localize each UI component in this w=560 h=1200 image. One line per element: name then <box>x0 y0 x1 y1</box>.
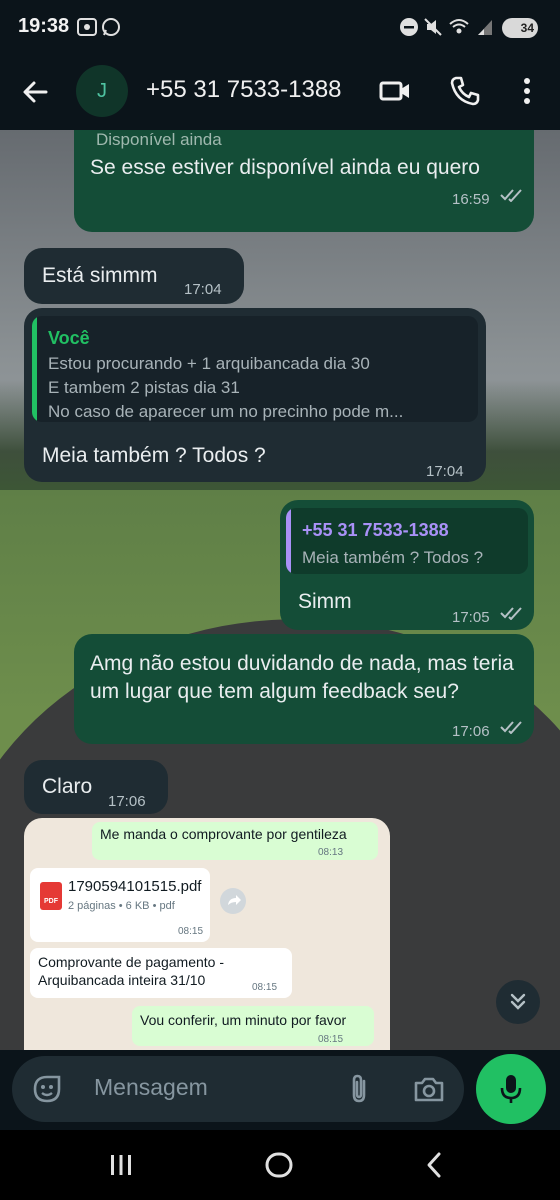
quoted-message[interactable]: +55 31 7533-1388 Meia também ? Todos ? <box>286 508 528 574</box>
file-meta: 2 páginas • 6 KB • pdf <box>68 900 175 912</box>
mute-icon <box>424 18 442 36</box>
message-text: Se esse estiver disponível ainda eu quer… <box>90 156 480 179</box>
read-receipt-icon <box>500 721 522 734</box>
wifi-icon <box>449 19 469 34</box>
message-outgoing[interactable]: Amg não estou duvidando de nada, mas ter… <box>74 634 534 744</box>
signal-icon <box>478 20 492 35</box>
forward-icon <box>220 888 246 914</box>
message-composer: Mensagem <box>12 1056 464 1122</box>
message-text: Está simmm <box>42 264 158 287</box>
home-icon[interactable] <box>264 1150 294 1180</box>
message-time: 16:59 <box>452 191 490 208</box>
message-time: 17:04 <box>184 281 222 298</box>
file-name: 1790594101515.pdf <box>68 878 202 895</box>
camera-icon[interactable] <box>412 1072 446 1106</box>
image-message-time: 08:15 <box>318 1034 344 1045</box>
message-time: 17:04 <box>426 463 464 480</box>
image-message-text: Comprovante de pagamento - <box>38 954 224 970</box>
quote-author: +55 31 7533-1388 <box>302 520 449 540</box>
image-message-text: Me manda o comprovante por gentileza <box>100 826 347 842</box>
back-arrow-icon[interactable] <box>18 74 54 110</box>
image-message-text: Vou conferir, um minuto por favor <box>140 1012 347 1028</box>
avatar[interactable]: J <box>76 65 128 117</box>
message-incoming-reply[interactable]: Você Estou procurando + 1 arquibancada d… <box>24 308 486 482</box>
recent-apps-icon[interactable] <box>106 1150 136 1180</box>
read-receipt-icon <box>500 189 522 202</box>
read-receipt-icon <box>500 607 522 620</box>
message-text: Meia também ? Todos ? <box>42 444 266 467</box>
image-message-time: 08:15 <box>252 982 278 993</box>
message-time: 17:06 <box>108 793 146 810</box>
status-bar: 19:38 34 <box>0 0 560 56</box>
quote-preview-text: Disponível ainda <box>96 130 222 149</box>
message-input[interactable]: Mensagem <box>94 1074 208 1101</box>
image-message-bubble: Me manda o comprovante por gentileza 08:… <box>92 822 378 860</box>
message-text: Claro <box>42 775 93 798</box>
system-back-icon[interactable] <box>420 1150 450 1180</box>
message-time: 17:06 <box>452 723 490 740</box>
quote-author: Você <box>48 328 90 348</box>
message-text: Simm <box>298 590 352 613</box>
message-incoming[interactable]: Claro 17:06 <box>24 760 168 814</box>
message-outgoing-reply[interactable]: +55 31 7533-1388 Meia também ? Todos ? S… <box>280 500 534 630</box>
system-navigation-bar <box>0 1130 560 1200</box>
image-message[interactable]: Me manda o comprovante por gentileza 08:… <box>24 818 390 1050</box>
voice-call-icon[interactable] <box>448 74 482 108</box>
screenshot-icon <box>77 18 97 36</box>
quote-line: No caso de aparecer um no precinho pode … <box>48 402 404 421</box>
voice-message-button[interactable] <box>476 1054 546 1124</box>
image-message-time: 08:15 <box>178 926 204 937</box>
double-chevron-down-icon <box>510 993 526 1010</box>
video-call-icon[interactable] <box>378 74 412 108</box>
image-message-time: 08:13 <box>318 847 344 858</box>
sticker-icon[interactable] <box>30 1072 64 1106</box>
quote-line: Meia também ? Todos ? <box>302 548 484 567</box>
pdf-icon: PDF <box>40 882 62 910</box>
message-outgoing[interactable]: Disponível ainda Se esse estiver disponí… <box>74 130 534 232</box>
status-time: 19:38 <box>18 15 70 37</box>
scroll-to-bottom-button[interactable] <box>496 980 540 1024</box>
quoted-message[interactable]: Você Estou procurando + 1 arquibancada d… <box>32 316 478 422</box>
more-options-icon[interactable] <box>510 74 544 108</box>
whatsapp-icon <box>102 18 120 36</box>
message-incoming[interactable]: Está simmm 17:04 <box>24 248 244 304</box>
chat-area[interactable]: Disponível ainda Se esse estiver disponí… <box>0 130 560 1050</box>
image-file-bubble: PDF 1790594101515.pdf 2 páginas • 6 KB •… <box>30 868 210 942</box>
quote-bar <box>32 316 37 422</box>
do-not-disturb-icon <box>400 18 418 36</box>
image-message-bubble: Comprovante de pagamento - Arquibancada … <box>30 948 292 998</box>
attach-icon[interactable] <box>342 1072 376 1106</box>
image-message-text: Arquibancada inteira 31/10 <box>38 972 206 988</box>
image-message-bubble: Vou conferir, um minuto por favor 08:15 <box>132 1006 374 1046</box>
message-text: Amg não estou duvidando de nada, mas ter… <box>90 652 514 703</box>
chat-header: J +55 31 7533-1388 <box>0 56 560 130</box>
battery-indicator: 34 <box>502 18 538 38</box>
message-time: 17:05 <box>452 609 490 626</box>
quote-bar <box>286 508 291 574</box>
microphone-icon <box>500 1075 522 1103</box>
contact-name[interactable]: +55 31 7533-1388 <box>146 76 342 104</box>
